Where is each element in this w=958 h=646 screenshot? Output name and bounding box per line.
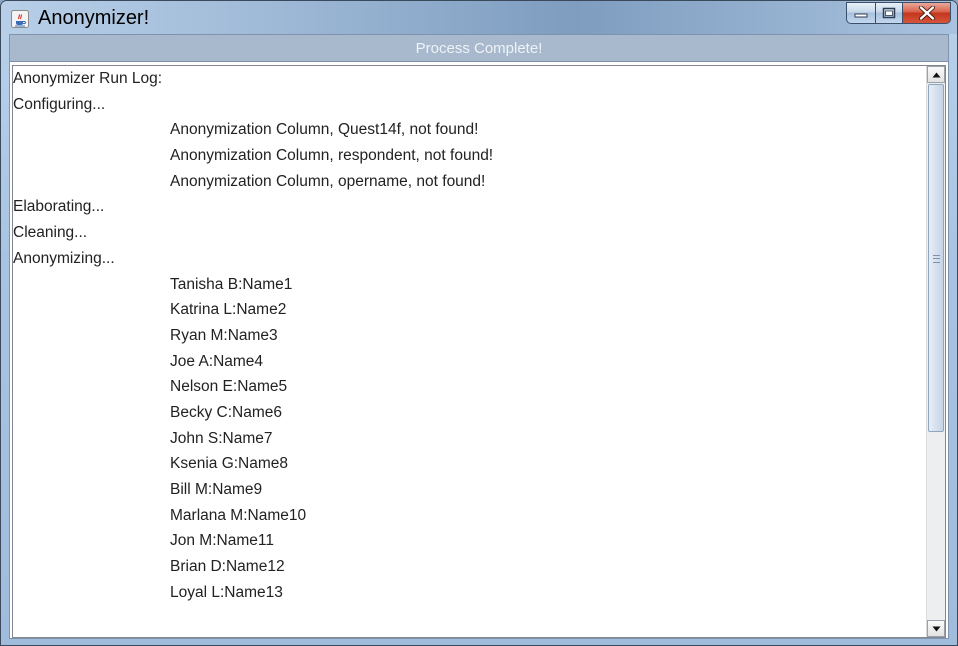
log-line: Marlana M:Name10 <box>170 506 307 524</box>
log-line: Nelson E:Name5 <box>170 378 288 396</box>
log-line: Elaborating... <box>13 198 105 216</box>
scroll-thumb[interactable] <box>928 84 944 432</box>
grip-icon <box>933 255 940 263</box>
log-line: Loyal L:Name13 <box>170 583 283 601</box>
maximize-button[interactable] <box>875 2 902 24</box>
log-line: Joe A:Name4 <box>170 352 264 370</box>
title-bar[interactable]: Anonymizer! <box>1 1 957 34</box>
log-line: Anonymizer Run Log: <box>13 70 163 87</box>
log-line: Ksenia G:Name8 <box>170 455 289 473</box>
close-icon <box>918 6 935 20</box>
log-line: Ryan M:Name3 <box>170 326 278 344</box>
status-text: Process Complete! <box>415 39 543 57</box>
log-line: Anonymization Column, opername, not foun… <box>170 172 486 190</box>
minimize-icon <box>854 13 868 18</box>
status-banner: Process Complete! <box>10 35 948 62</box>
run-log[interactable]: Anonymizer Run Log: Configuring... Anonymi… <box>13 66 926 637</box>
log-line: Anonymization Column, Quest14f, not foun… <box>170 121 479 139</box>
log-line: Brian D:Name12 <box>170 558 285 576</box>
close-button[interactable] <box>902 2 951 24</box>
log-line: John S:Name7 <box>170 429 273 447</box>
scroll-up-button[interactable] <box>927 66 945 83</box>
log-line: Tanisha B:Name1 <box>170 275 293 293</box>
log-line: Katrina L:Name2 <box>170 301 287 319</box>
java-cup-icon[interactable] <box>11 10 29 28</box>
log-line: Cleaning... <box>13 224 88 242</box>
log-line: Anonymization Column, respondent, not fo… <box>170 147 494 165</box>
scroll-down-button[interactable] <box>927 620 945 637</box>
window-title: Anonymizer! <box>38 7 150 29</box>
log-line: Becky C:Name6 <box>170 403 282 421</box>
arrow-down-icon <box>932 626 940 631</box>
log-text-area[interactable]: Anonymizer Run Log: Configuring... Anonymi… <box>12 65 946 638</box>
log-line: Bill M:Name9 <box>170 481 263 498</box>
vertical-scrollbar[interactable] <box>926 66 945 637</box>
caption-buttons <box>846 2 951 26</box>
arrow-up-icon <box>932 72 940 77</box>
maximize-icon <box>882 7 896 19</box>
log-line: Jon M:Name11 <box>170 532 274 550</box>
content-area: Process Complete! Anonymizer Run Log: Con… <box>9 34 949 639</box>
app-window: Anonymizer! Process Complete! Anonymizer… <box>0 0 958 646</box>
log-line: Configuring... <box>13 95 106 113</box>
minimize-button[interactable] <box>846 2 875 24</box>
log-line: Anonymizing... <box>13 249 115 267</box>
